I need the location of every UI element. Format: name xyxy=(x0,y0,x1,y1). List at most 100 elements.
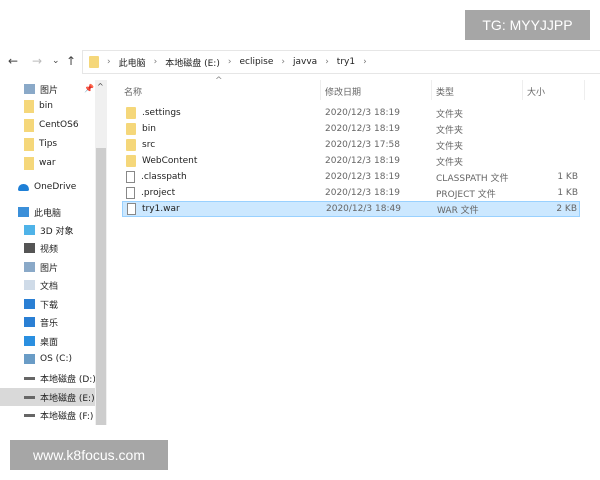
folder-icon xyxy=(24,99,34,113)
nav-item-label: OneDrive xyxy=(34,182,77,192)
nav-item[interactable]: 3D 对象 xyxy=(0,221,95,239)
nav-item[interactable]: 本地磁盘 (D:) xyxy=(0,369,95,387)
drive-icon xyxy=(24,413,35,417)
file-row[interactable]: try1.war 2020/12/3 18:49 WAR 文件 2 KB xyxy=(122,201,580,217)
breadcrumb-item[interactable]: eclipise xyxy=(239,57,273,67)
breadcrumb-item[interactable]: try1 xyxy=(337,57,355,67)
nav-item[interactable]: 图片 xyxy=(0,258,95,276)
column-header-size[interactable]: 大小 xyxy=(527,85,545,98)
nav-item-label: 图片 xyxy=(40,263,59,274)
video-icon xyxy=(24,243,35,253)
file-name-cell: .classpath xyxy=(126,171,187,183)
column-header-name[interactable]: 名称 xyxy=(124,85,142,98)
nav-item[interactable]: war xyxy=(0,154,95,172)
nav-item[interactable]: OS (C:) xyxy=(0,350,95,368)
file-type: 文件夹 xyxy=(436,109,464,120)
file-type: CLASSPATH 文件 xyxy=(436,173,509,184)
document-icon xyxy=(24,280,35,290)
nav-item[interactable]: 此电脑 xyxy=(0,203,95,221)
nav-item-label: 此电脑 xyxy=(34,208,62,219)
nav-item-label: 桌面 xyxy=(40,337,59,348)
file-type: PROJECT 文件 xyxy=(436,189,496,200)
file-row[interactable]: bin 2020/12/3 18:19 文件夹 xyxy=(122,121,580,137)
folder-icon xyxy=(126,107,136,119)
folder-icon xyxy=(126,123,136,135)
nav-item[interactable]: bin xyxy=(0,97,95,115)
folder-icon xyxy=(24,118,34,132)
file-type: WAR 文件 xyxy=(437,205,479,216)
nav-item[interactable]: 本地磁盘 (E:) xyxy=(0,388,95,406)
back-button[interactable]: ← xyxy=(8,54,18,68)
cloud-icon xyxy=(18,183,29,191)
nav-item-label: bin xyxy=(39,101,53,111)
nav-item[interactable]: 音乐 xyxy=(0,313,95,331)
file-icon xyxy=(126,187,135,199)
desktop-icon xyxy=(24,336,35,346)
download-icon xyxy=(24,299,35,309)
folder-icon xyxy=(126,155,136,167)
file-size: 2 KB xyxy=(556,204,577,214)
watermark-top: TG: MYYJJPP xyxy=(465,10,590,40)
chevron-right-icon[interactable]: › xyxy=(363,57,367,67)
file-row[interactable]: .project 2020/12/3 18:19 PROJECT 文件 1 KB xyxy=(122,185,580,201)
drive-icon xyxy=(24,376,35,380)
file-row[interactable]: WebContent 2020/12/3 18:19 文件夹 xyxy=(122,153,580,169)
nav-scrollbar-thumb[interactable] xyxy=(96,148,106,425)
folder-icon xyxy=(24,156,34,170)
folder-icon xyxy=(89,56,99,68)
file-row[interactable]: src 2020/12/3 17:58 文件夹 xyxy=(122,137,580,153)
pin-icon: 📌 xyxy=(84,84,94,93)
nav-item[interactable]: OneDrive xyxy=(0,178,95,196)
breadcrumb-item[interactable]: 此电脑 xyxy=(119,56,146,69)
os-drive-icon xyxy=(24,354,35,364)
nav-item[interactable]: 桌面 xyxy=(0,332,95,350)
file-name: .settings xyxy=(142,108,181,118)
pictures-icon xyxy=(24,84,35,94)
file-row[interactable]: .settings 2020/12/3 18:19 文件夹 xyxy=(122,105,580,121)
file-icon xyxy=(126,171,135,183)
nav-item-label: 文档 xyxy=(40,281,59,292)
nav-item[interactable]: 视频 xyxy=(0,239,95,257)
nav-item-label: 本地磁盘 (F:) xyxy=(40,411,94,422)
column-header-date[interactable]: 修改日期 xyxy=(325,85,361,98)
file-size: 1 KB xyxy=(557,188,578,198)
file-name-cell: .settings xyxy=(126,107,181,119)
nav-item[interactable]: CentOS6 xyxy=(0,116,95,134)
recent-locations-button[interactable]: ⌄ xyxy=(52,56,60,66)
chevron-right-icon[interactable]: › xyxy=(325,57,329,67)
file-name-cell: .project xyxy=(126,187,175,199)
chevron-right-icon[interactable]: › xyxy=(228,57,232,67)
address-bar[interactable]: › 此电脑 › 本地磁盘 (E:) › eclipise › javva › try1 › xyxy=(82,50,600,74)
file-date: 2020/12/3 17:58 xyxy=(325,140,400,150)
file-icon xyxy=(127,203,136,215)
breadcrumb-item[interactable]: 本地磁盘 (E:) xyxy=(165,56,220,69)
chevron-right-icon[interactable]: › xyxy=(154,57,158,67)
file-type: 文件夹 xyxy=(436,157,464,168)
forward-button[interactable]: → xyxy=(32,54,42,68)
nav-item-label: 本地磁盘 (D:) xyxy=(40,374,95,385)
file-name: WebContent xyxy=(142,156,198,166)
up-button[interactable]: ↑ xyxy=(66,54,76,68)
nav-item[interactable]: 下载 xyxy=(0,295,95,313)
column-header-type[interactable]: 类型 xyxy=(436,85,454,98)
file-name-cell: try1.war xyxy=(127,203,180,215)
file-row[interactable]: .classpath 2020/12/3 18:19 CLASSPATH 文件 1 K… xyxy=(122,169,580,185)
chevron-right-icon[interactable]: › xyxy=(281,57,285,67)
nav-item[interactable]: Tips xyxy=(0,135,95,153)
breadcrumb-item[interactable]: javva xyxy=(293,57,317,67)
file-date: 2020/12/3 18:19 xyxy=(325,172,400,182)
music-icon xyxy=(24,317,35,327)
nav-item-label: 3D 对象 xyxy=(40,226,74,237)
file-name-cell: bin xyxy=(126,123,156,135)
file-name: bin xyxy=(142,124,156,134)
nav-item[interactable]: 本地磁盘 (F:) xyxy=(0,406,95,424)
nav-item[interactable]: 文档 xyxy=(0,276,95,294)
pictures-icon xyxy=(24,262,35,272)
nav-item-label: 本地磁盘 (E:) xyxy=(40,393,95,404)
file-date: 2020/12/3 18:19 xyxy=(325,188,400,198)
file-type: 文件夹 xyxy=(436,125,464,136)
file-name: .classpath xyxy=(141,172,187,182)
nav-item[interactable]: 图片 xyxy=(0,80,95,98)
scroll-up-arrow-icon[interactable]: ^ xyxy=(97,82,104,91)
chevron-right-icon[interactable]: › xyxy=(107,57,111,67)
